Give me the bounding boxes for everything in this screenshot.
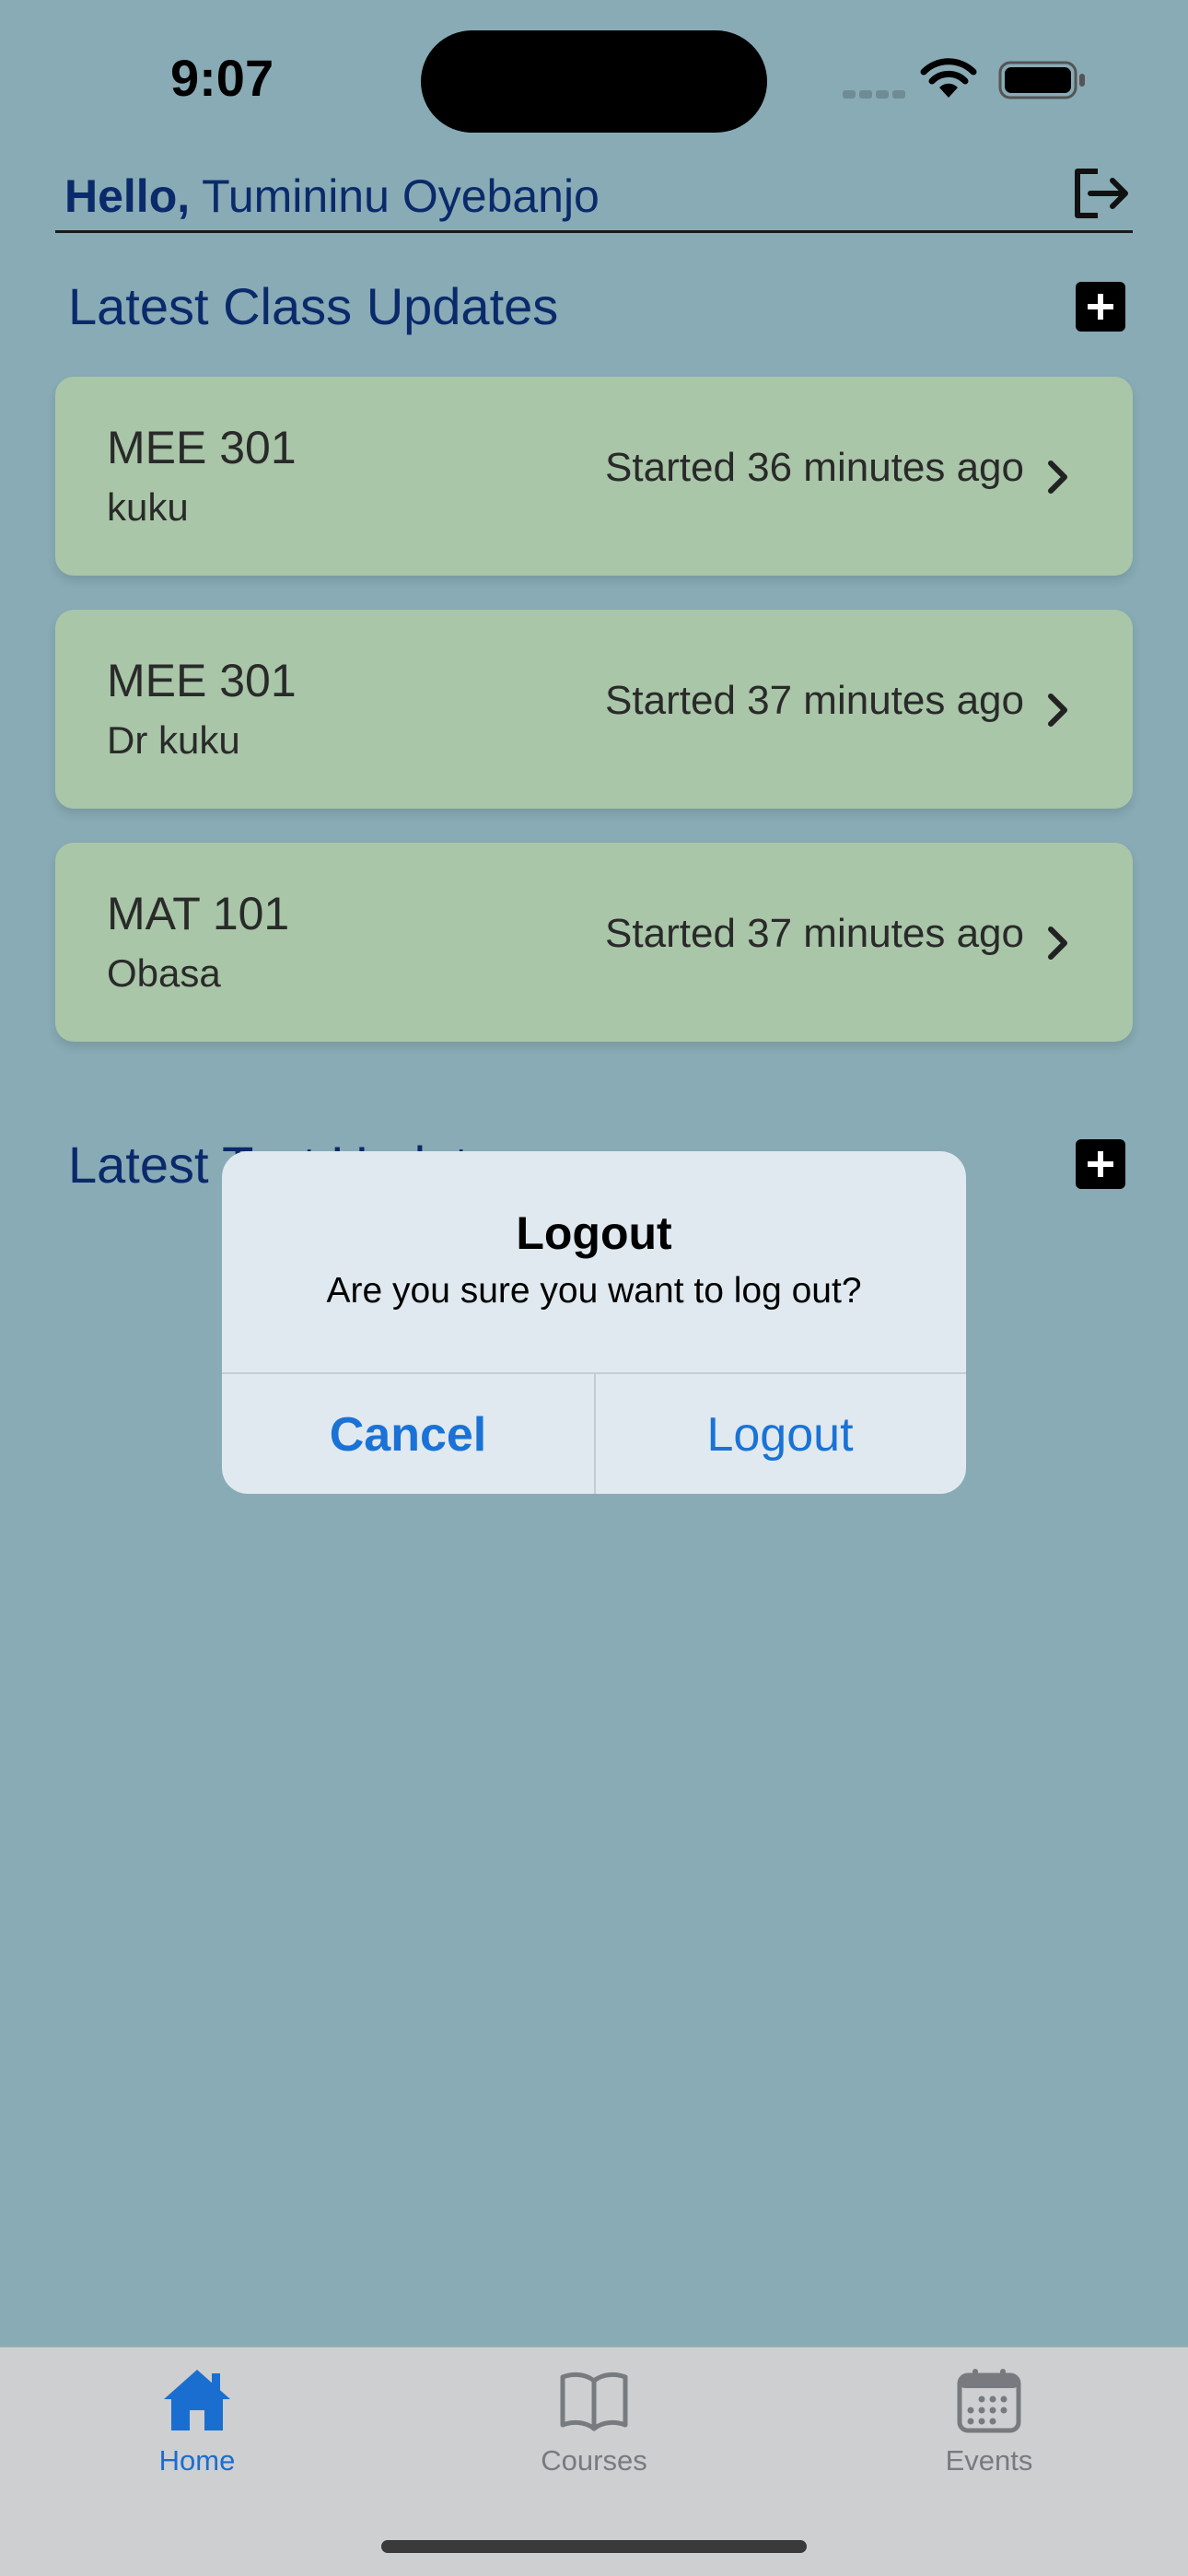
- tab-label: Events: [945, 2444, 1033, 2477]
- book-icon: [560, 2372, 628, 2431]
- tab-label: Courses: [541, 2444, 647, 2477]
- cancel-button[interactable]: Cancel: [222, 1374, 596, 1494]
- dialog-message: Are you sure you want to log out?: [326, 1271, 862, 1311]
- dialog-title: Logout: [516, 1207, 672, 1259]
- calendar-icon: [957, 2369, 1021, 2433]
- tab-events[interactable]: Events: [869, 2366, 1109, 2477]
- tab-label: Home: [158, 2444, 236, 2477]
- confirm-logout-button[interactable]: Logout: [594, 1374, 966, 1494]
- house-icon: [164, 2370, 230, 2430]
- dialog-actions: Cancel Logout: [222, 1372, 966, 1494]
- tab-home[interactable]: Home: [77, 2366, 317, 2477]
- home-indicator: [381, 2540, 807, 2553]
- logout-dialog: Logout Are you sure you want to log out?…: [222, 1151, 966, 1494]
- alert-overlay: Logout Are you sure you want to log out?…: [0, 0, 1188, 2575]
- tab-courses[interactable]: Courses: [474, 2366, 714, 2477]
